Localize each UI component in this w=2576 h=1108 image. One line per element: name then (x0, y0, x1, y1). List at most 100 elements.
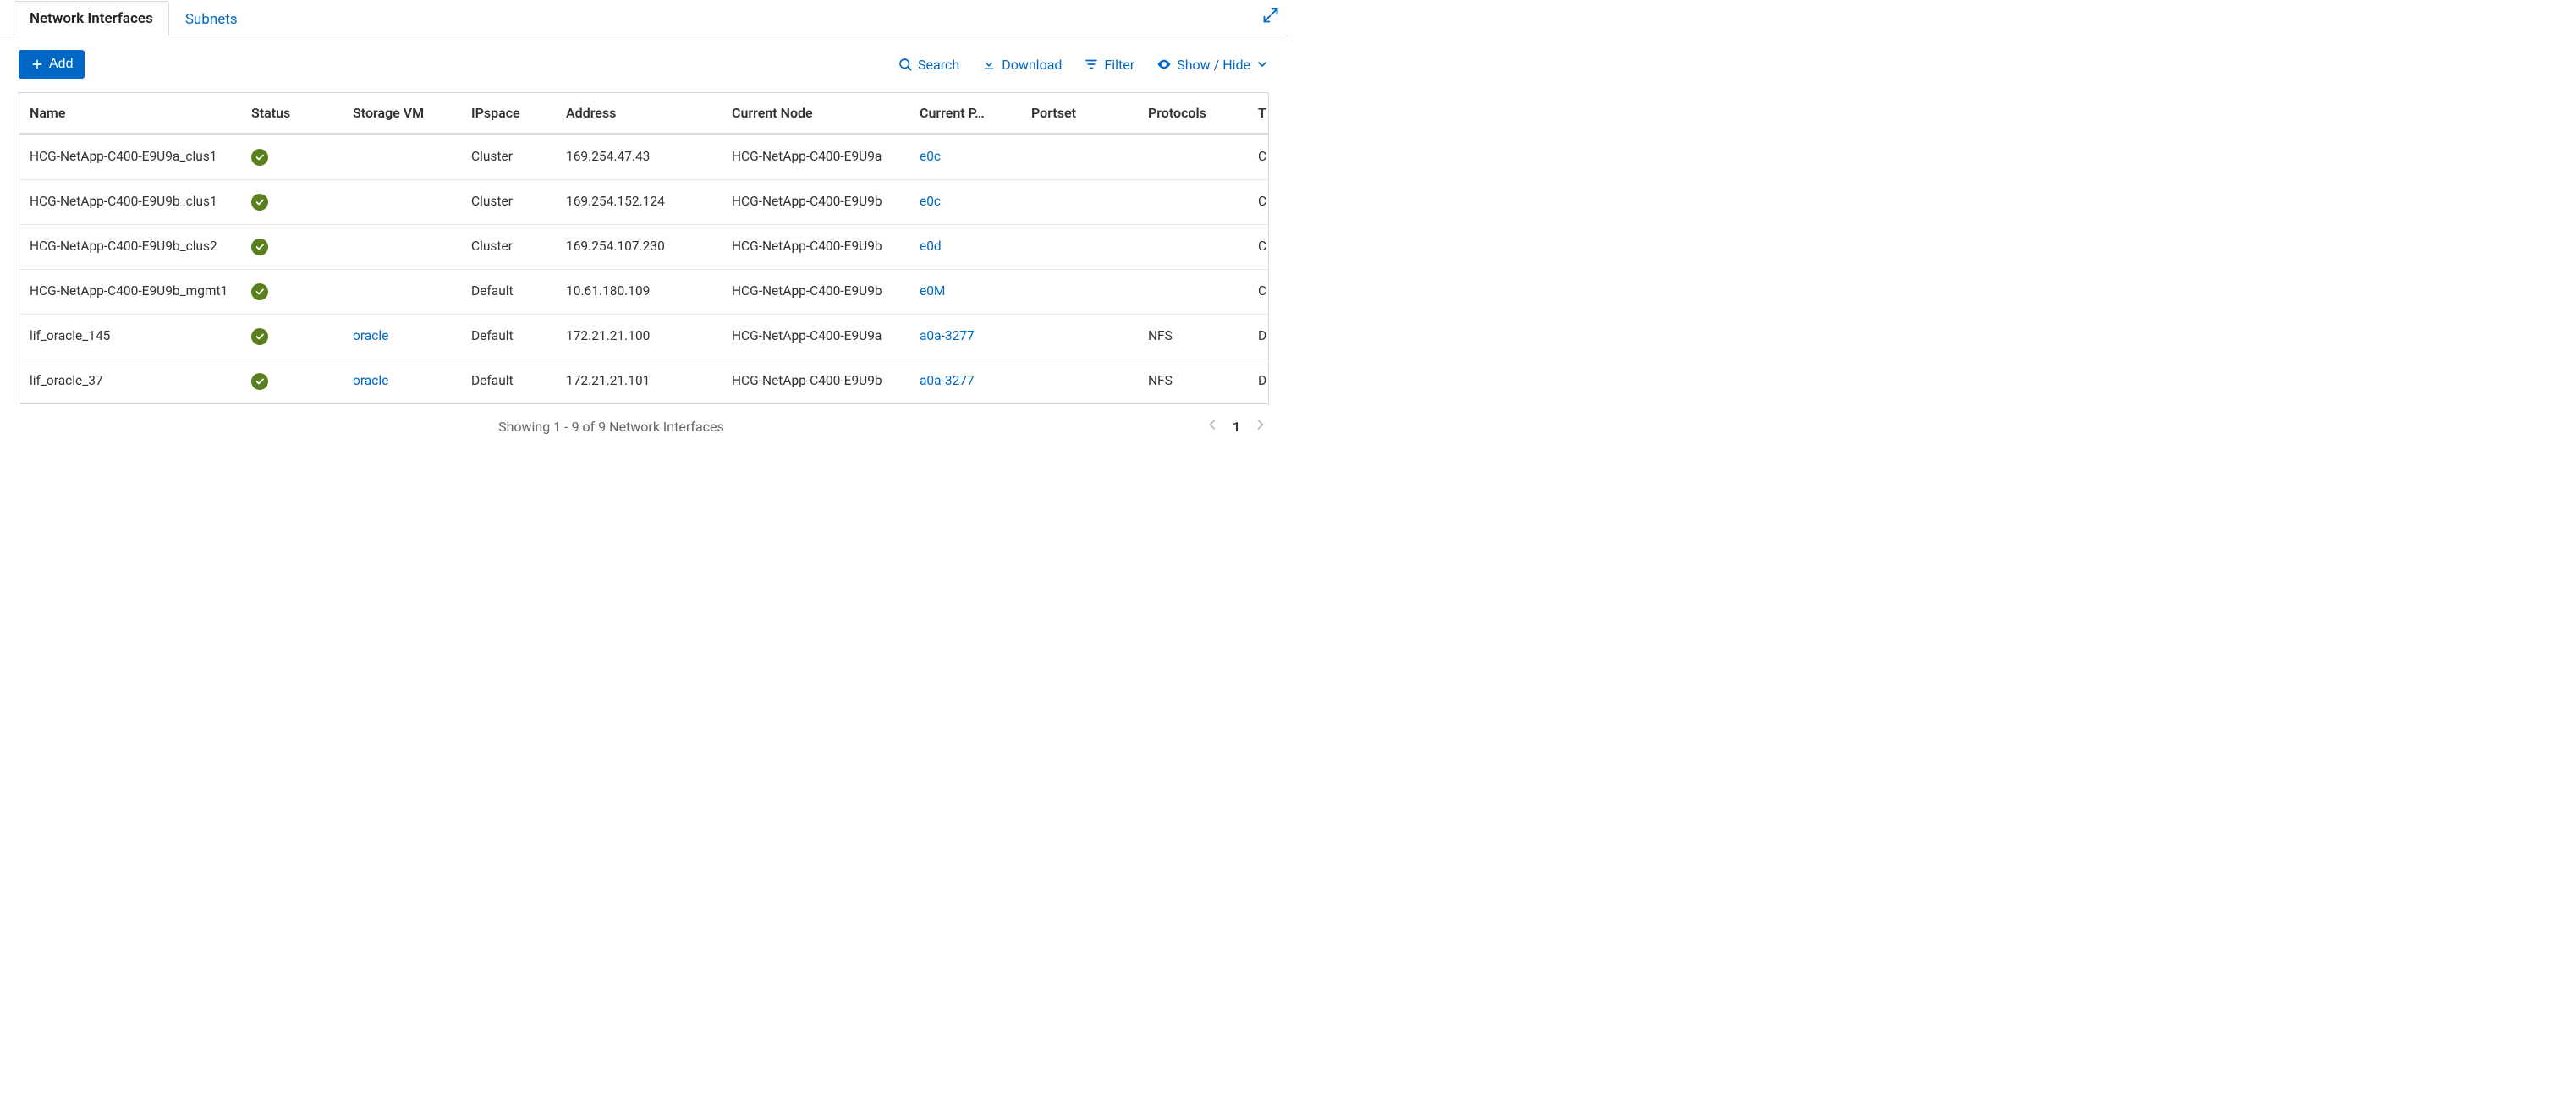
port-link[interactable]: e0c (920, 149, 941, 164)
arrow-right-icon (1252, 416, 1269, 433)
download-label: Download (1002, 57, 1062, 73)
tabs: Network Interfaces Subnets (0, 0, 1288, 36)
cell-trunc: C (1248, 225, 1268, 270)
cell-protocols: NFS (1138, 359, 1248, 404)
add-button[interactable]: Add (19, 50, 85, 79)
download-action[interactable]: Download (981, 57, 1062, 73)
cell-ipspace: Default (461, 359, 556, 404)
table-row[interactable]: HCG-NetApp-C400-E9U9b_clus2 Cluster169.25… (19, 225, 1268, 270)
cell-portset (1021, 359, 1138, 404)
eye-icon (1156, 57, 1172, 72)
table-header-row: Name Status Storage VM IPspace Address C… (19, 93, 1268, 134)
expand-icon[interactable] (1262, 7, 1279, 27)
search-action[interactable]: Search (898, 57, 959, 73)
port-link[interactable]: e0M (920, 283, 945, 299)
cell-svm: oracle (343, 359, 461, 404)
cell-trunc: D (1248, 315, 1268, 359)
col-header-node[interactable]: Current Node (722, 93, 909, 134)
cell-ipspace: Cluster (461, 180, 556, 225)
svm-link[interactable]: oracle (353, 373, 388, 388)
cell-port: e0c (909, 180, 1021, 225)
table-row[interactable]: lif_oracle_145oracleDefault172.21.21.100… (19, 315, 1268, 359)
cell-protocols (1138, 225, 1248, 270)
cell-trunc: C (1248, 134, 1268, 180)
cell-address: 169.254.47.43 (556, 134, 722, 180)
table-row[interactable]: lif_oracle_37oracleDefault172.21.21.101H… (19, 359, 1268, 404)
cell-ipspace: Default (461, 315, 556, 359)
cell-name: HCG-NetApp-C400-E9U9a_clus1 (19, 134, 241, 180)
tab-subnets[interactable]: Subnets (169, 2, 254, 36)
cell-status (241, 225, 343, 270)
toolbar: Add Search Download Filter Show / Hide (0, 36, 1288, 92)
cell-address: 169.254.107.230 (556, 225, 722, 270)
cell-protocols: NFS (1138, 315, 1248, 359)
cell-port: a0a-3277 (909, 359, 1021, 404)
col-header-name[interactable]: Name (19, 93, 241, 134)
col-header-portset[interactable]: Portset (1021, 93, 1138, 134)
cell-status (241, 180, 343, 225)
cell-ipspace: Cluster (461, 225, 556, 270)
port-link[interactable]: e0c (920, 194, 941, 209)
cell-port: e0M (909, 270, 1021, 315)
tab-network-interfaces[interactable]: Network Interfaces (14, 1, 169, 36)
plus-icon (30, 58, 44, 71)
table-row[interactable]: HCG-NetApp-C400-E9U9b_mgmt1Default10.61.… (19, 270, 1268, 315)
cell-name: lif_oracle_145 (19, 315, 241, 359)
svm-link[interactable]: oracle (353, 328, 388, 343)
cell-status (241, 359, 343, 404)
cell-status (241, 270, 343, 315)
download-icon (981, 57, 997, 72)
cell-svm (343, 225, 461, 270)
cell-port: e0d (909, 225, 1021, 270)
cell-node: HCG-NetApp-C400-E9U9b (722, 270, 909, 315)
col-header-ipspace[interactable]: IPspace (461, 93, 556, 134)
cell-ipspace: Default (461, 270, 556, 315)
add-button-label: Add (49, 57, 73, 72)
table-container: Name Status Storage VM IPspace Address C… (19, 92, 1269, 404)
cell-trunc: D (1248, 359, 1268, 404)
cell-name: HCG-NetApp-C400-E9U9b_mgmt1 (19, 270, 241, 315)
cell-portset (1021, 225, 1138, 270)
cell-name: HCG-NetApp-C400-E9U9b_clus2 (19, 225, 241, 270)
port-link[interactable]: e0d (920, 239, 942, 254)
cell-node: HCG-NetApp-C400-E9U9b (722, 225, 909, 270)
col-header-status[interactable]: Status (241, 93, 343, 134)
filter-action[interactable]: Filter (1084, 57, 1134, 73)
pager: 1 (1204, 416, 1269, 436)
pager-current: 1 (1233, 419, 1240, 435)
col-header-svm[interactable]: Storage VM (343, 93, 461, 134)
table-row[interactable]: HCG-NetApp-C400-E9U9b_clus1Cluster169.25… (19, 180, 1268, 225)
cell-port: e0c (909, 134, 1021, 180)
cell-name: HCG-NetApp-C400-E9U9b_clus1 (19, 180, 241, 225)
cell-portset (1021, 270, 1138, 315)
cell-name: lif_oracle_37 (19, 359, 241, 404)
cell-portset (1021, 180, 1138, 225)
chevron-down-icon (1255, 58, 1269, 71)
pager-prev[interactable] (1204, 416, 1221, 436)
cell-protocols (1138, 134, 1248, 180)
arrow-left-icon (1204, 416, 1221, 433)
col-header-address[interactable]: Address (556, 93, 722, 134)
cell-ipspace: Cluster (461, 134, 556, 180)
cell-trunc: C (1248, 270, 1268, 315)
cell-portset (1021, 134, 1138, 180)
status-ok-icon (251, 328, 268, 345)
status-ok-icon (251, 373, 268, 390)
port-link[interactable]: a0a-3277 (920, 328, 975, 343)
showhide-action[interactable]: Show / Hide (1156, 57, 1269, 73)
cell-trunc: C (1248, 180, 1268, 225)
table-footer: Showing 1 - 9 of 9 Network Interfaces 1 (0, 404, 1288, 448)
cell-protocols (1138, 270, 1248, 315)
cell-node: HCG-NetApp-C400-E9U9a (722, 315, 909, 359)
table-row[interactable]: HCG-NetApp-C400-E9U9a_clus1 Cluster169.25… (19, 134, 1268, 180)
status-ok-icon (251, 194, 268, 211)
col-header-protocols[interactable]: Protocols (1138, 93, 1248, 134)
col-header-trunc[interactable]: T (1248, 93, 1268, 134)
col-header-port[interactable]: Current P… (909, 93, 1021, 134)
port-link[interactable]: a0a-3277 (920, 373, 975, 388)
cell-portset (1021, 315, 1138, 359)
pager-next[interactable] (1252, 416, 1269, 436)
search-label: Search (918, 57, 959, 73)
cell-protocols (1138, 180, 1248, 225)
cell-svm (343, 270, 461, 315)
